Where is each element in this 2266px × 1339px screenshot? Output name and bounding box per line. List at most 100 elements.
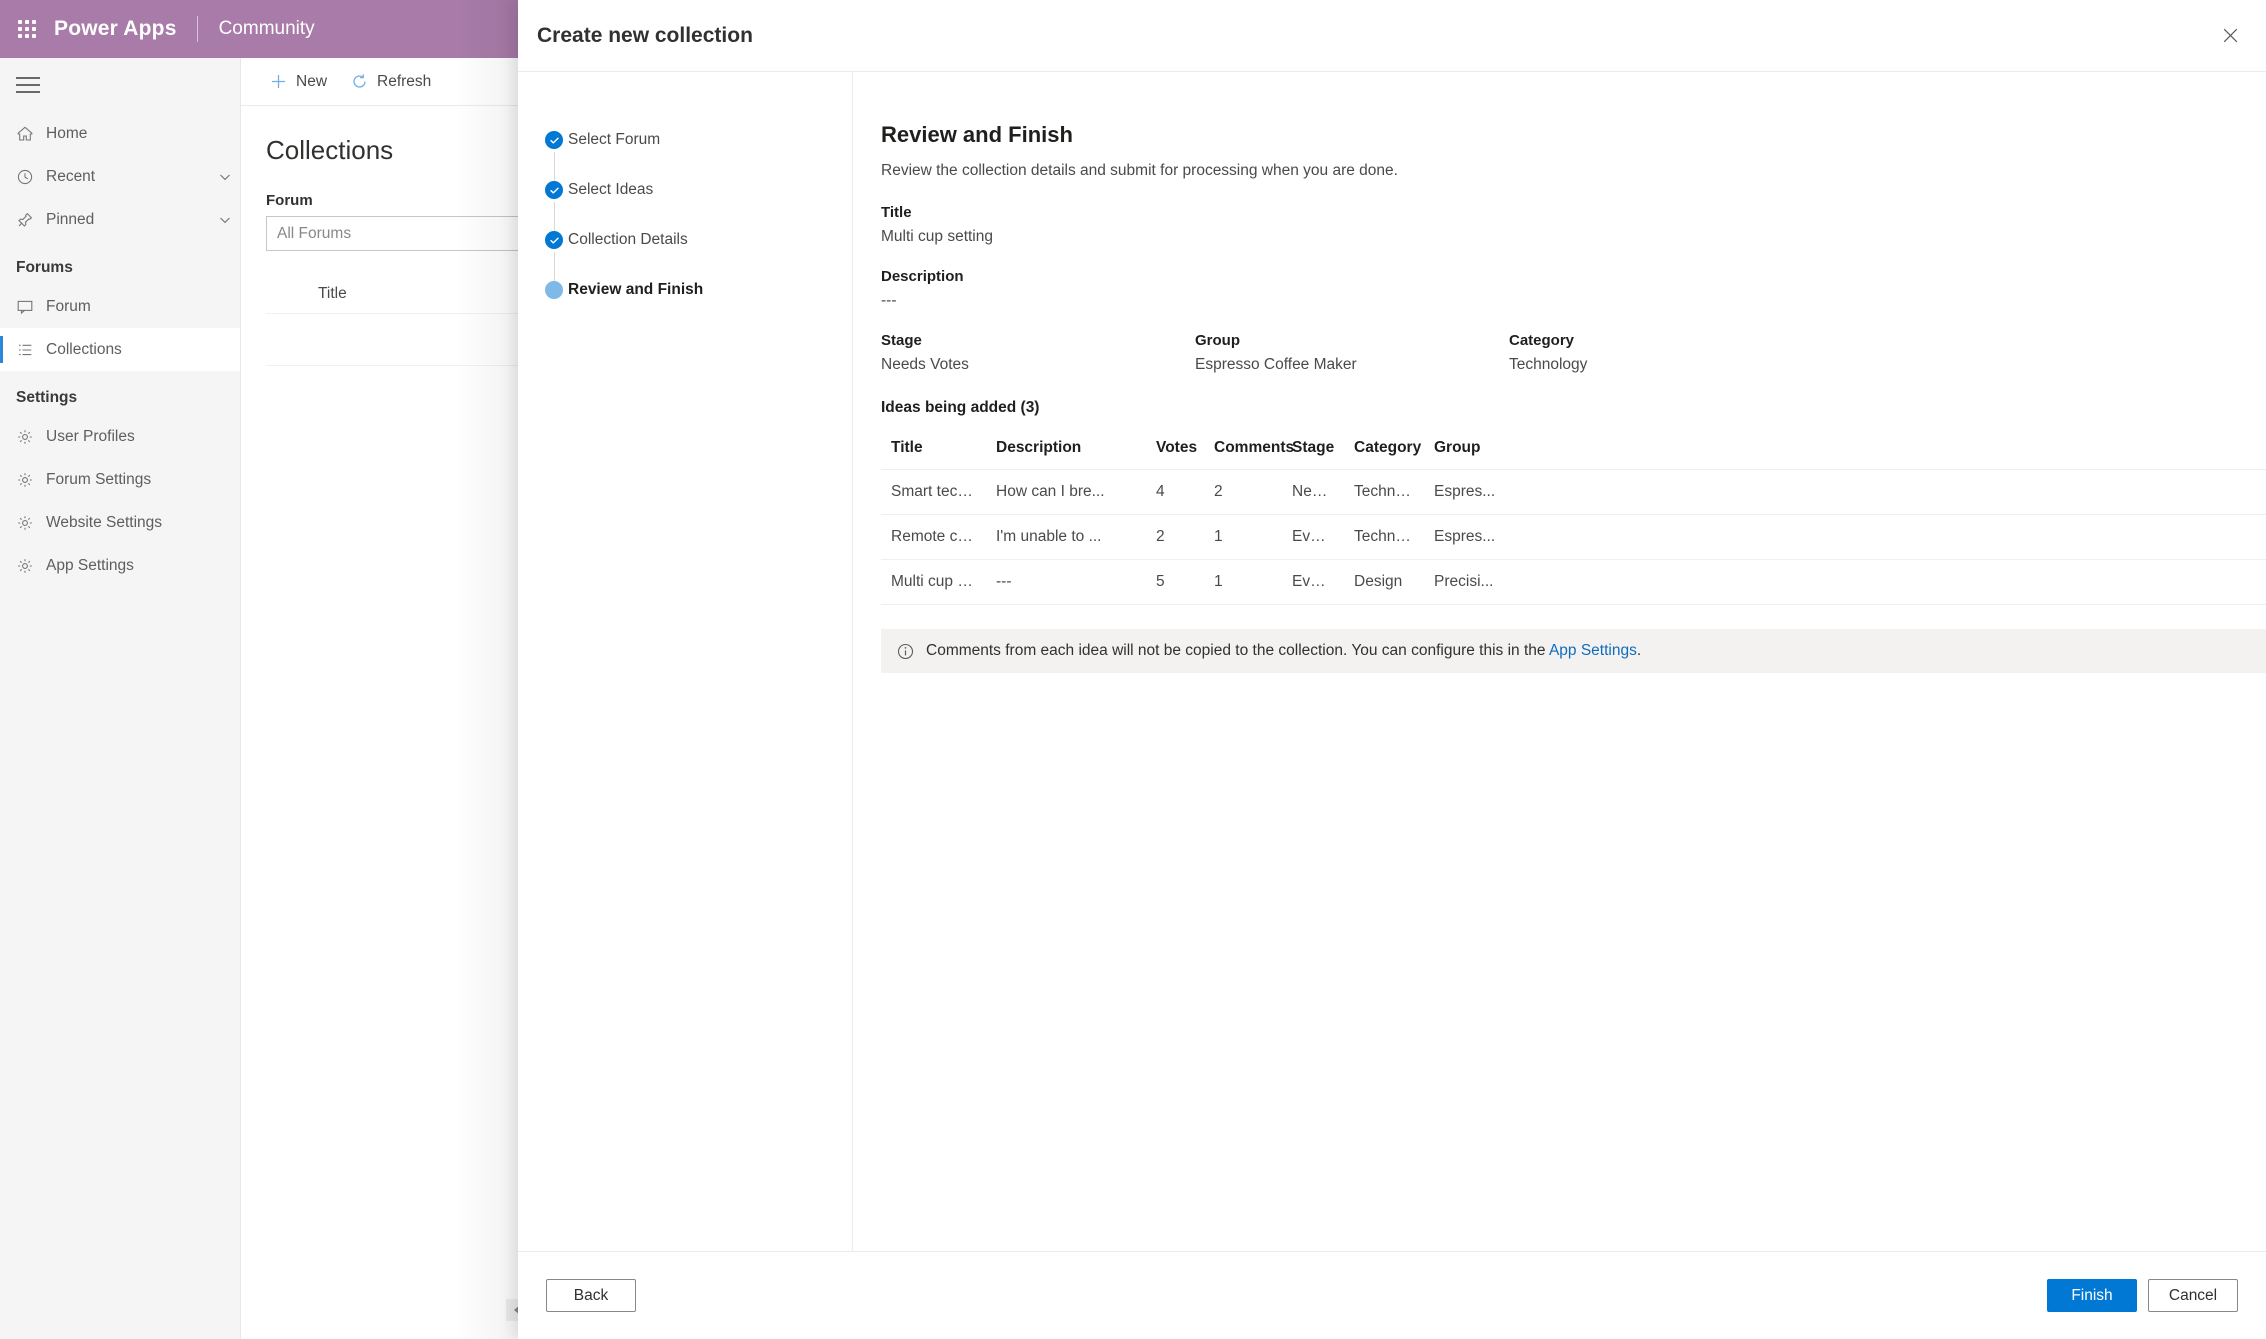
field-category-value: Technology <box>1509 356 1588 373</box>
cell-votes: 2 <box>1146 514 1204 560</box>
sidebar-item-website-settings[interactable]: Website Settings <box>0 501 240 544</box>
step-label: Select Forum <box>568 131 661 148</box>
table-row[interactable]: Smart technol... How can I bre... 4 2 Ne… <box>881 469 2266 515</box>
cell-comments: 1 <box>1204 514 1282 560</box>
section-subtitle: Review the collection details and submit… <box>881 162 1398 179</box>
sidebar-item-label: App Settings <box>46 556 134 574</box>
check-icon <box>545 231 563 249</box>
cell-title: Remote control <box>881 514 986 560</box>
new-button[interactable]: New <box>266 69 339 95</box>
cell-description: I'm unable to ... <box>986 514 1146 560</box>
table-row[interactable]: Multi cup setti... --- 5 1 Evalua... Des… <box>881 559 2266 605</box>
field-stage: Stage Needs Votes <box>881 332 1195 374</box>
cancel-button[interactable]: Cancel <box>2148 1279 2238 1312</box>
field-group: Group Espresso Coffee Maker <box>1195 332 1509 374</box>
step-label: Select Ideas <box>568 181 654 198</box>
brand-subtitle: Community <box>218 18 315 39</box>
info-text-after: . <box>1636 642 1642 659</box>
app-settings-link[interactable]: App Settings <box>1549 642 1637 659</box>
home-icon <box>16 125 46 143</box>
field-title-label: Title <box>881 204 912 221</box>
create-new-collection-dialog: Create new collection Select Forum Selec… <box>518 0 2266 1339</box>
column-header-title[interactable]: Title <box>881 439 986 470</box>
step-select-ideas[interactable]: Select Ideas <box>518 180 852 246</box>
info-text-before: Comments from each idea will not be copi… <box>926 642 1549 659</box>
sidebar-item-label: User Profiles <box>46 427 135 445</box>
sidebar-item-app-settings[interactable]: App Settings <box>0 544 240 587</box>
cell-title: Multi cup setti... <box>881 559 986 605</box>
info-message-bar: Comments from each idea will not be copi… <box>881 629 2266 673</box>
refresh-icon <box>351 73 368 90</box>
info-message-text: Comments from each idea will not be copi… <box>926 642 1641 660</box>
sidebar-item-recent[interactable]: Recent <box>0 155 240 198</box>
field-stage-value: Needs Votes <box>881 356 969 373</box>
field-row-stage-group-category: Stage Needs Votes Group Espresso Coffee … <box>881 332 2238 374</box>
waffle-grid-icon[interactable] <box>16 18 38 40</box>
cell-title: Smart technol... <box>881 469 986 515</box>
cell-votes: 4 <box>1146 469 1204 515</box>
sidebar-item-label: Home <box>46 124 88 142</box>
new-button-label: New <box>296 72 328 90</box>
cell-stage: Evalua... <box>1282 559 1344 605</box>
clock-icon <box>16 168 46 186</box>
sidebar-item-home[interactable]: Home <box>0 112 240 155</box>
sidebar-item-forum-settings[interactable]: Forum Settings <box>0 458 240 501</box>
list-icon <box>16 341 46 359</box>
sidebar-item-pinned[interactable]: Pinned <box>0 198 240 241</box>
finish-button[interactable]: Finish <box>2047 1279 2137 1312</box>
step-review-and-finish[interactable]: Review and Finish <box>518 280 852 330</box>
column-header-comments[interactable]: Comments <box>1204 439 1294 470</box>
refresh-button-label: Refresh <box>377 72 432 90</box>
pin-icon <box>16 211 46 229</box>
sidebar-item-collections[interactable]: Collections <box>0 328 240 371</box>
cell-comments: 2 <box>1204 469 1282 515</box>
check-icon <box>545 181 563 199</box>
table-row[interactable]: Remote control I'm unable to ... 2 1 Eva… <box>881 514 2266 560</box>
cell-category: Technology <box>1344 469 1424 515</box>
gear-icon <box>16 428 46 446</box>
back-button[interactable]: Back <box>546 1279 636 1312</box>
cell-group: Espres... <box>1424 514 2266 560</box>
sidebar-item-forum[interactable]: Forum <box>0 285 240 328</box>
column-header-category[interactable]: Category <box>1344 439 1424 470</box>
cell-stage: Evalua... <box>1282 514 1344 560</box>
wizard-stepper: Select Forum Select Ideas Collection Det… <box>518 72 853 1251</box>
dialog-footer: Back Finish Cancel <box>518 1251 2266 1339</box>
sidebar-group-forums: Forums <box>16 259 73 276</box>
dialog-title: Create new collection <box>537 23 753 47</box>
step-collection-details[interactable]: Collection Details <box>518 230 852 296</box>
column-header-votes[interactable]: Votes <box>1146 439 1204 470</box>
sidebar-item-user-profiles[interactable]: User Profiles <box>0 415 240 458</box>
chevron-down-icon[interactable] <box>210 213 240 227</box>
sidebar-item-label: Collections <box>46 340 122 358</box>
cell-category: Technology <box>1344 514 1424 560</box>
column-header-description[interactable]: Description <box>986 439 1146 470</box>
dialog-body: Select Forum Select Ideas Collection Det… <box>518 72 2266 1251</box>
chevron-down-icon[interactable] <box>210 170 240 184</box>
info-icon <box>897 643 914 660</box>
refresh-button[interactable]: Refresh <box>347 69 443 95</box>
gear-icon <box>16 471 46 489</box>
sidebar-item-label: Recent <box>46 167 96 185</box>
column-header-group[interactable]: Group <box>1424 439 2266 470</box>
forum-filter-value: All Forums <box>277 224 352 242</box>
ideas-being-added-heading: Ideas being added (3) <box>881 399 1040 416</box>
sidebar: Home Recent Pinned Forums Forum Collecti… <box>0 58 241 1339</box>
sidebar-item-label: Forum <box>46 297 91 315</box>
cell-stage: Needs... <box>1282 469 1344 515</box>
sidebar-item-label: Website Settings <box>46 513 163 531</box>
column-header-stage[interactable]: Stage <box>1282 439 1344 470</box>
close-icon[interactable] <box>2212 18 2248 54</box>
step-select-forum[interactable]: Select Forum <box>518 130 852 196</box>
gear-icon <box>16 514 46 532</box>
hamburger-icon[interactable] <box>0 58 56 112</box>
cell-votes: 5 <box>1146 559 1204 605</box>
gear-icon <box>16 557 46 575</box>
field-description-value: --- <box>881 292 897 309</box>
table-header-row: Title Description Votes Comments Stage C… <box>881 439 2266 470</box>
brand-title: Power Apps <box>54 17 177 40</box>
check-icon <box>545 131 563 149</box>
field-group-value: Espresso Coffee Maker <box>1195 356 1357 373</box>
cell-description: --- <box>986 559 1146 605</box>
step-label: Collection Details <box>568 231 688 248</box>
